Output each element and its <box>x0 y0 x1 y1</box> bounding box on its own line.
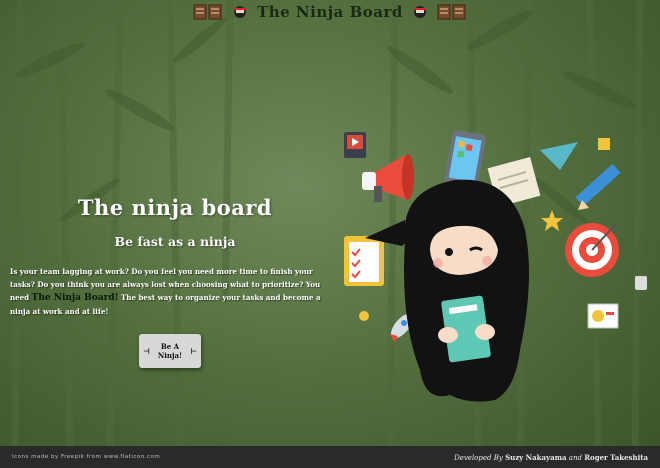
developer-name-2: Roger Takeshita <box>584 452 648 462</box>
clipboard-icon <box>344 236 384 286</box>
developer-and: and <box>568 453 582 462</box>
app-header: The Ninja Board <box>0 0 660 24</box>
ninja-icon-right <box>413 5 427 19</box>
paper-plane-icon <box>540 142 578 170</box>
hero-description: Is your team lagging at work? Do you fee… <box>10 265 340 318</box>
be-a-ninja-button[interactable]: ⊣ Be A Ninja! ⊢ <box>139 334 201 368</box>
star-icon <box>541 210 563 231</box>
developer-prefix: Developed By <box>454 453 503 462</box>
app-title: The Ninja Board <box>257 3 403 21</box>
presentation-icon <box>587 303 619 329</box>
board-icon-right <box>437 4 467 20</box>
hero-section: The ninja board Be fast as a ninja Is yo… <box>10 195 340 318</box>
shuriken-icon-right: ⊢ <box>190 345 198 356</box>
sticky-note-icon <box>598 138 610 150</box>
ninja-icon-left <box>233 5 247 19</box>
developer-credit: Developed By Suzy Nakayama and Roger Tak… <box>454 453 648 462</box>
button-label: Be A Ninja! <box>157 342 183 360</box>
video-icon <box>344 132 366 158</box>
target-icon <box>565 223 619 277</box>
calculator-icon <box>635 276 647 290</box>
footer: Icons made by Freepik from www.flaticon.… <box>0 446 660 468</box>
hero-subtitle: Be fast as a ninja <box>114 234 236 249</box>
hero-body-emphasis: The Ninja Board! <box>31 293 119 303</box>
megaphone-icon <box>362 154 414 202</box>
shuriken-icon-left: ⊣ <box>142 345 150 356</box>
hero-title: The ninja board <box>77 195 273 220</box>
ninja-illustration <box>344 130 647 402</box>
icon-credit: Icons made by Freepik from www.flaticon.… <box>12 454 161 460</box>
lightbulb-icon <box>359 311 369 321</box>
developer-name-1: Suzy Nakayama <box>505 452 567 462</box>
board-icon-left <box>193 4 223 20</box>
ninja-character <box>365 179 529 402</box>
pencil-icon <box>575 163 621 210</box>
